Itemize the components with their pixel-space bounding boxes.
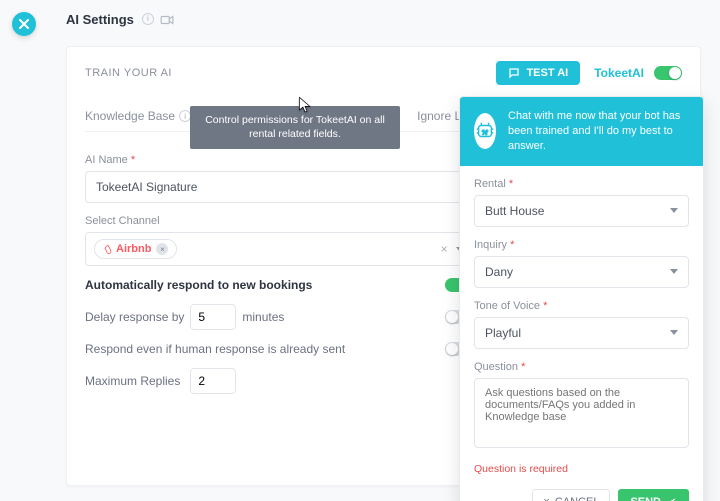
delay-prefix: Delay response by xyxy=(85,310,184,324)
auto-respond-label: Automatically respond to new bookings xyxy=(85,278,312,292)
test-ai-button[interactable]: TEST AI xyxy=(496,61,580,85)
ai-name-input[interactable] xyxy=(85,171,473,203)
panel-rental-label: Rental * xyxy=(474,178,689,190)
panel-tone-label: Tone of Voice * xyxy=(474,300,689,312)
delay-input[interactable] xyxy=(190,304,236,330)
panel-cancel-button[interactable]: ×CANCEL xyxy=(532,489,610,501)
ai-avatar-icon: AI xyxy=(474,113,496,149)
channel-chip-airbnb: Airbnb × xyxy=(94,239,177,259)
chevron-down-icon xyxy=(670,208,678,213)
ai-name-label: AI Name * xyxy=(85,154,473,166)
panel-question-label: Question * xyxy=(474,361,689,373)
panel-send-button[interactable]: SEND xyxy=(618,489,689,501)
info-icon[interactable]: i xyxy=(142,13,154,25)
panel-rental-select[interactable]: Butt House xyxy=(474,195,689,227)
chat-icon xyxy=(508,67,520,79)
rental-details-tooltip: Control permissions for TokeetAI on all … xyxy=(190,106,400,149)
cursor-icon xyxy=(298,96,312,114)
panel-message: Chat with me now that your bot has been … xyxy=(508,109,689,154)
tokeetai-label: TokeetAI xyxy=(594,66,644,80)
delay-suffix: minutes xyxy=(242,310,284,324)
tokeetai-toggle[interactable] xyxy=(654,66,682,80)
send-icon xyxy=(667,497,677,501)
panel-tone-select[interactable]: Playful xyxy=(474,317,689,349)
chevron-down-icon xyxy=(670,330,678,335)
clear-select-icon[interactable]: × xyxy=(441,242,448,256)
close-button[interactable] xyxy=(12,12,36,36)
airbnb-icon xyxy=(103,244,113,254)
test-ai-label: TEST AI xyxy=(526,67,568,79)
panel-question-input[interactable] xyxy=(474,378,689,448)
channel-select[interactable]: Airbnb × × xyxy=(85,232,473,266)
panel-inquiry-select[interactable]: Dany xyxy=(474,256,689,288)
select-channel-label: Select Channel xyxy=(85,215,473,227)
panel-error-text: Question is required xyxy=(474,463,689,475)
svg-text:AI: AI xyxy=(483,131,487,136)
test-ai-panel: AI Chat with me now that your bot has be… xyxy=(459,96,704,501)
respond-anyway-label: Respond even if human response is alread… xyxy=(85,342,345,356)
video-icon[interactable] xyxy=(160,13,174,27)
panel-inquiry-label: Inquiry * xyxy=(474,239,689,251)
close-icon xyxy=(19,19,29,29)
remove-channel-icon[interactable]: × xyxy=(156,243,168,255)
page-title: AI Settings xyxy=(66,12,134,27)
tab-knowledge-base[interactable]: Knowledge Basei xyxy=(85,101,191,131)
train-your-ai-label: TRAIN YOUR AI xyxy=(85,67,172,79)
chevron-down-icon xyxy=(670,269,678,274)
max-replies-input[interactable] xyxy=(190,368,236,394)
close-icon: × xyxy=(543,496,549,501)
max-replies-label: Maximum Replies xyxy=(85,374,180,388)
